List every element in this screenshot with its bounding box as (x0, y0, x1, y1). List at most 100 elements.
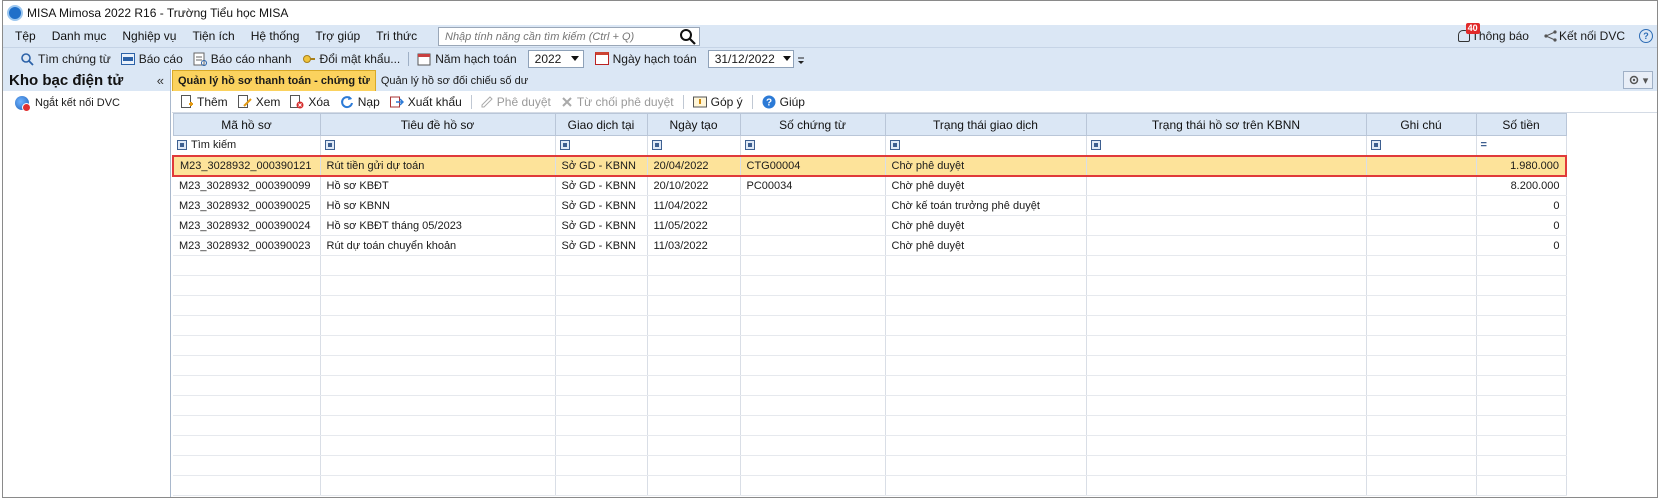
empty-cell (555, 455, 648, 476)
disconnect-dvc-item[interactable]: Ngắt kết nối DVC (3, 91, 170, 115)
filter-operator-icon[interactable] (889, 140, 900, 151)
export-button[interactable]: Xuất khẩu (385, 92, 467, 112)
table-row[interactable]: M23_3028932_000390023 Rút dự toán chuyển … (173, 235, 1567, 256)
filter-equals-icon[interactable]: = (1481, 139, 1487, 151)
report-label: Báo cáo (138, 51, 183, 66)
delete-button[interactable]: Xóa (285, 92, 334, 112)
report-icon (120, 52, 135, 65)
menu-catalog[interactable]: Danh mục (44, 25, 115, 47)
filter-operator-icon[interactable] (1090, 140, 1101, 151)
col-header-title[interactable]: Tiêu đề hồ sơ (319, 113, 556, 136)
search-icon (21, 52, 34, 66)
menu-knowledge[interactable]: Tri thức (368, 25, 425, 47)
help-button[interactable]: ? Giúp (757, 92, 810, 112)
tab-payment-documents[interactable]: Quản lý hồ sơ thanh toán - chứng từ (172, 70, 376, 91)
filter-cell-title[interactable] (320, 135, 556, 156)
cell-date: 20/10/2022 (647, 175, 741, 196)
empty-row (173, 415, 1567, 436)
posting-date-value: 31/12/2022 (714, 51, 775, 66)
table-row[interactable]: M23_3028932_000390121 Rút tiền gửi dự toá… (172, 154, 1567, 177)
reject-label: Từ chối phê duyệt (576, 94, 674, 109)
empty-cell (173, 255, 321, 276)
menu-system[interactable]: Hệ thống (243, 25, 308, 47)
reload-button[interactable]: Nạp (335, 92, 385, 112)
reject-approval-button[interactable]: Từ chối phê duyệt (556, 92, 679, 112)
empty-cell (647, 455, 741, 476)
empty-cell (320, 475, 556, 496)
connect-dvc-button[interactable]: Kết nối DVC (1543, 29, 1625, 43)
col-header-date[interactable]: Ngày tạo (646, 113, 741, 136)
notification-count-badge: 40 (1465, 23, 1480, 34)
empty-cell (1366, 395, 1477, 416)
notifications-button[interactable]: 40 Thông báo (1457, 23, 1529, 43)
col-header-note[interactable]: Ghi chú (1365, 113, 1477, 136)
filter-operator-icon[interactable] (744, 140, 755, 151)
empty-cell (740, 255, 886, 276)
col-header-voucher[interactable]: Số chứng từ (739, 113, 886, 136)
tab-balance-reconciliation[interactable]: Quản lý hồ sơ đối chiếu số dư (376, 70, 533, 91)
empty-row (173, 475, 1567, 496)
feedback-button[interactable]: Góp ý (688, 92, 748, 112)
cell-kbnn-status (1086, 154, 1367, 177)
filter-operator-icon[interactable] (1370, 140, 1381, 151)
empty-cell (173, 375, 321, 396)
filter-cell-status[interactable] (885, 135, 1087, 156)
fiscal-year-select[interactable]: 2022 (527, 49, 584, 68)
empty-cell (740, 415, 886, 436)
menu-operations[interactable]: Nghiệp vụ (114, 25, 184, 47)
filter-operator-icon[interactable] (559, 140, 570, 151)
toolbar-overflow-icon[interactable] (796, 52, 806, 66)
report-button[interactable]: Báo cáo (116, 49, 188, 69)
filter-cell-code[interactable]: Tìm kiếm (173, 135, 321, 156)
help-question-icon[interactable]: ? (1639, 29, 1653, 43)
reload-label: Nạp (357, 94, 380, 109)
menu-utilities[interactable]: Tiện ích (184, 25, 242, 47)
add-button[interactable]: Thêm (176, 92, 233, 112)
empty-cell (1366, 315, 1477, 336)
left-panel-header: Kho bạc điện tử « (3, 69, 170, 91)
posting-date-select[interactable]: 31/12/2022 (707, 49, 794, 68)
col-header-place[interactable]: Giao dịch tại (554, 113, 648, 136)
filter-cell-note[interactable] (1366, 135, 1477, 156)
empty-cell (320, 255, 556, 276)
empty-row (173, 435, 1567, 456)
change-password-button[interactable]: Đổi mật khẩu... (297, 49, 406, 69)
search-icon[interactable] (679, 28, 697, 45)
filter-cell-date[interactable] (647, 135, 741, 156)
filter-cell-place[interactable] (555, 135, 648, 156)
filter-operator-icon[interactable] (177, 140, 187, 151)
table-row[interactable]: M23_3028932_000390025 Hồ sơ KBNN Sở GD - K… (173, 195, 1567, 216)
empty-cell (740, 395, 886, 416)
empty-cell (320, 315, 556, 336)
col-header-status[interactable]: Trạng thái giao dịch (884, 113, 1087, 136)
table-row[interactable]: M23_3028932_000390024 Hồ sơ KBĐT tháng 05… (173, 215, 1567, 236)
filter-operator-icon[interactable] (324, 140, 335, 151)
empty-cell (555, 295, 648, 316)
col-header-code[interactable]: Mã hồ sơ (172, 113, 321, 136)
feature-search-input[interactable] (445, 30, 675, 43)
menu-help[interactable]: Trợ giúp (307, 25, 368, 47)
col-header-kbnn-status[interactable]: Trạng thái hồ sơ trên KBNN (1085, 113, 1367, 136)
filter-cell-voucher[interactable] (740, 135, 886, 156)
table-row[interactable]: M23_3028932_000390099 Hồ sơ KBĐT Sở GD - K… (173, 175, 1567, 196)
filter-cell-kbnn-status[interactable] (1086, 135, 1367, 156)
find-voucher-button[interactable]: Tìm chứng từ (15, 49, 116, 69)
empty-cell (885, 435, 1087, 456)
collapse-panel-button[interactable]: « (157, 73, 164, 88)
filter-operator-icon[interactable] (651, 140, 662, 151)
view-button[interactable]: Xem (233, 92, 286, 112)
quick-report-button[interactable]: Báo cáo nhanh (188, 49, 297, 69)
col-header-amount[interactable]: Số tiền (1475, 113, 1567, 136)
empty-cell (1476, 355, 1567, 376)
empty-cell (1366, 275, 1477, 296)
filter-cell-amount[interactable]: = (1476, 135, 1567, 156)
approve-button[interactable]: Phê duyệt (476, 92, 556, 112)
empty-cell (885, 395, 1087, 416)
empty-cell (647, 435, 741, 456)
empty-cell (647, 375, 741, 396)
menu-file[interactable]: Tệp (3, 25, 44, 47)
delete-label: Xóa (308, 94, 330, 109)
cell-note (1366, 215, 1477, 236)
settings-button[interactable]: ▾ (1623, 71, 1653, 89)
approve-label: Phê duyệt (496, 94, 551, 109)
